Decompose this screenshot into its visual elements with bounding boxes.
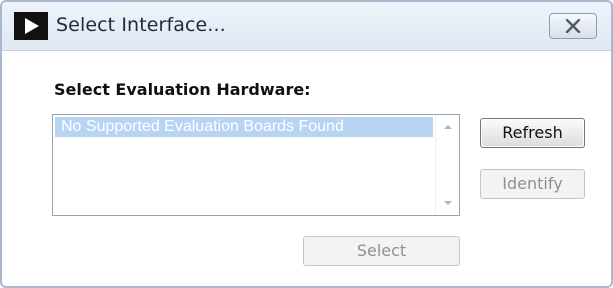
scroll-up-icon[interactable] — [444, 125, 452, 129]
dialog-content: Select Evaluation Hardware: No Supported… — [2, 51, 611, 286]
identify-button[interactable]: Identify — [480, 169, 585, 199]
hardware-listbox[interactable]: No Supported Evaluation Boards Found — [52, 114, 460, 216]
scroll-down-icon[interactable] — [444, 201, 452, 205]
refresh-button[interactable]: Refresh — [480, 118, 585, 148]
section-label: Select Evaluation Hardware: — [54, 80, 311, 99]
select-interface-window: Select Interface... Select Evaluation Ha… — [0, 0, 613, 288]
list-item[interactable]: No Supported Evaluation Boards Found — [55, 117, 433, 137]
window-title: Select Interface... — [56, 14, 226, 36]
close-icon — [565, 19, 581, 33]
listbox-scrollbar[interactable] — [435, 115, 459, 215]
select-button[interactable]: Select — [303, 236, 460, 266]
close-button[interactable] — [549, 13, 597, 39]
title-bar[interactable]: Select Interface... — [2, 2, 611, 51]
app-logo-icon — [14, 12, 48, 40]
